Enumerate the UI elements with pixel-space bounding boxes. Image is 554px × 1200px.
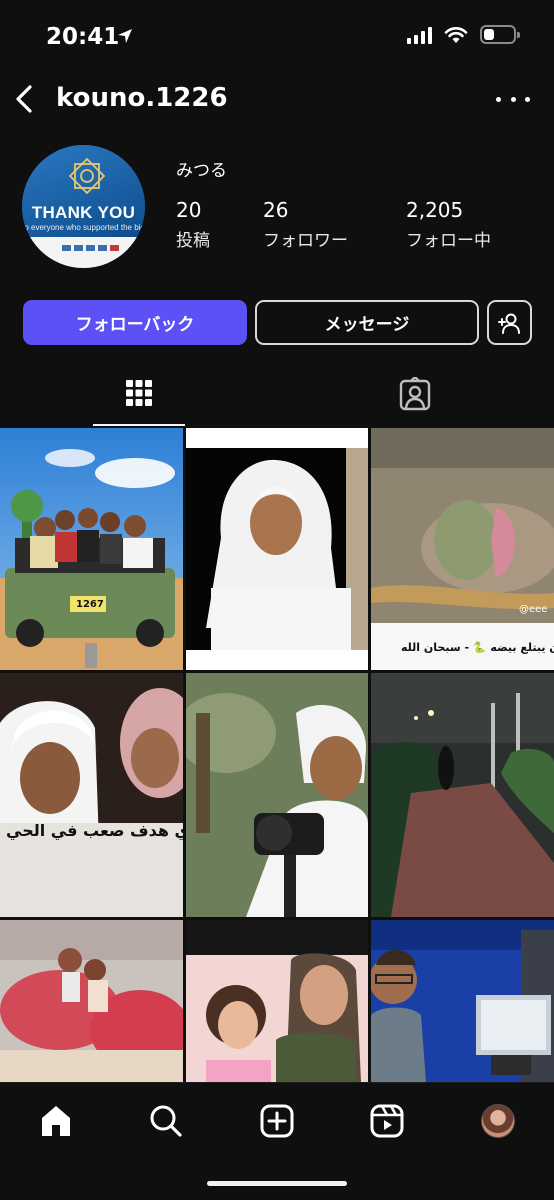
reels-icon <box>370 1104 404 1138</box>
signal-icon <box>407 26 432 44</box>
post-image-snake-egg <box>371 428 554 670</box>
status-icons <box>407 25 520 44</box>
profile-header: kouno.1226 <box>0 74 554 124</box>
nav-home[interactable] <box>36 1101 76 1141</box>
more-options-icon[interactable] <box>496 86 530 112</box>
nav-reels[interactable] <box>367 1101 407 1141</box>
nav-search[interactable] <box>146 1101 186 1141</box>
back-button[interactable] <box>10 82 38 116</box>
home-indicator <box>207 1181 347 1186</box>
post-image-mother-daughter <box>186 920 368 1082</box>
tagged-person-icon <box>399 377 431 411</box>
display-name: みつる <box>176 161 227 181</box>
stat-posts[interactable]: 20 投稿 <box>176 198 210 251</box>
grid-icon <box>126 380 152 406</box>
post-image-camera-man <box>186 673 368 917</box>
post-image-selfie <box>0 673 183 917</box>
battery-icon <box>480 25 520 44</box>
post-image-computer-room <box>371 920 554 1082</box>
expo-logo-icon <box>68 157 106 195</box>
location-arrow-icon <box>118 29 132 43</box>
avatar-subtitle: to everyone who supported the bid <box>22 223 145 232</box>
profile-avatar[interactable]: THANK YOU to everyone who supported the … <box>22 145 145 268</box>
avatar-sponsor-logos <box>62 245 119 251</box>
stat-followers-count: 26 <box>263 198 289 222</box>
search-icon <box>150 1105 182 1137</box>
post-thumbnail[interactable]: @eee ثعبان يبتلع بيضه 🐍 - سبحان الله <box>371 428 554 670</box>
stat-following[interactable]: 2,205 フォロー中 <box>406 198 491 251</box>
message-button[interactable]: メッセージ <box>255 300 479 345</box>
back-chevron-icon <box>16 85 32 113</box>
tab-posts-grid[interactable] <box>93 362 185 426</box>
post-image-portrait <box>186 428 368 670</box>
stat-following-count: 2,205 <box>406 198 464 222</box>
profile-tabs <box>0 362 554 426</box>
post-grid: 1267 @eee ثعبان يبتلع بيضه 🐍 - سبحان الل… <box>0 428 554 1082</box>
create-icon <box>260 1104 294 1138</box>
stat-posts-count: 20 <box>176 198 202 222</box>
profile-username: kouno.1226 <box>56 83 228 113</box>
post-thumbnail[interactable] <box>371 673 554 917</box>
post-thumbnail[interactable]: 1267 <box>0 428 183 670</box>
suggested-users-button[interactable] <box>487 300 532 345</box>
nav-profile[interactable] <box>478 1101 518 1141</box>
post-thumbnail[interactable] <box>186 920 368 1082</box>
avatar-title: THANK YOU <box>31 203 136 222</box>
snake-watermark-text: @eee <box>519 604 548 615</box>
stat-following-label: フォロー中 <box>406 231 491 251</box>
post-image-night-walk <box>371 673 554 917</box>
post-thumbnail[interactable] <box>0 920 183 1082</box>
nav-create[interactable] <box>257 1101 297 1141</box>
profile-avatar-icon <box>481 1104 515 1138</box>
stat-followers-label: フォロワー <box>263 231 348 251</box>
snake-caption-text: ثعبان يبتلع بيضه 🐍 - سبحان الله <box>401 641 554 654</box>
status-time: 20:41 <box>46 24 120 50</box>
stat-posts-label: 投稿 <box>176 231 210 251</box>
jeep-plate-text: 1267 <box>76 599 104 610</box>
post-image-jeep <box>0 428 183 670</box>
status-bar: 20:41 <box>0 0 554 70</box>
selfie-caption-text: ي هدف صعب في الحي <box>6 821 183 840</box>
wifi-icon <box>444 26 468 43</box>
post-thumbnail[interactable] <box>371 920 554 1082</box>
post-thumbnail[interactable] <box>186 428 368 670</box>
follow-back-button[interactable]: フォローバック <box>23 300 247 345</box>
post-thumbnail[interactable]: ي هدف صعب في الحي <box>0 673 183 917</box>
tab-tagged[interactable] <box>369 362 461 426</box>
home-icon <box>42 1106 70 1136</box>
add-person-icon <box>497 313 520 334</box>
post-thumbnail[interactable] <box>186 673 368 917</box>
stat-followers[interactable]: 26 フォロワー <box>263 198 348 251</box>
post-image-kids-bed <box>0 920 183 1082</box>
